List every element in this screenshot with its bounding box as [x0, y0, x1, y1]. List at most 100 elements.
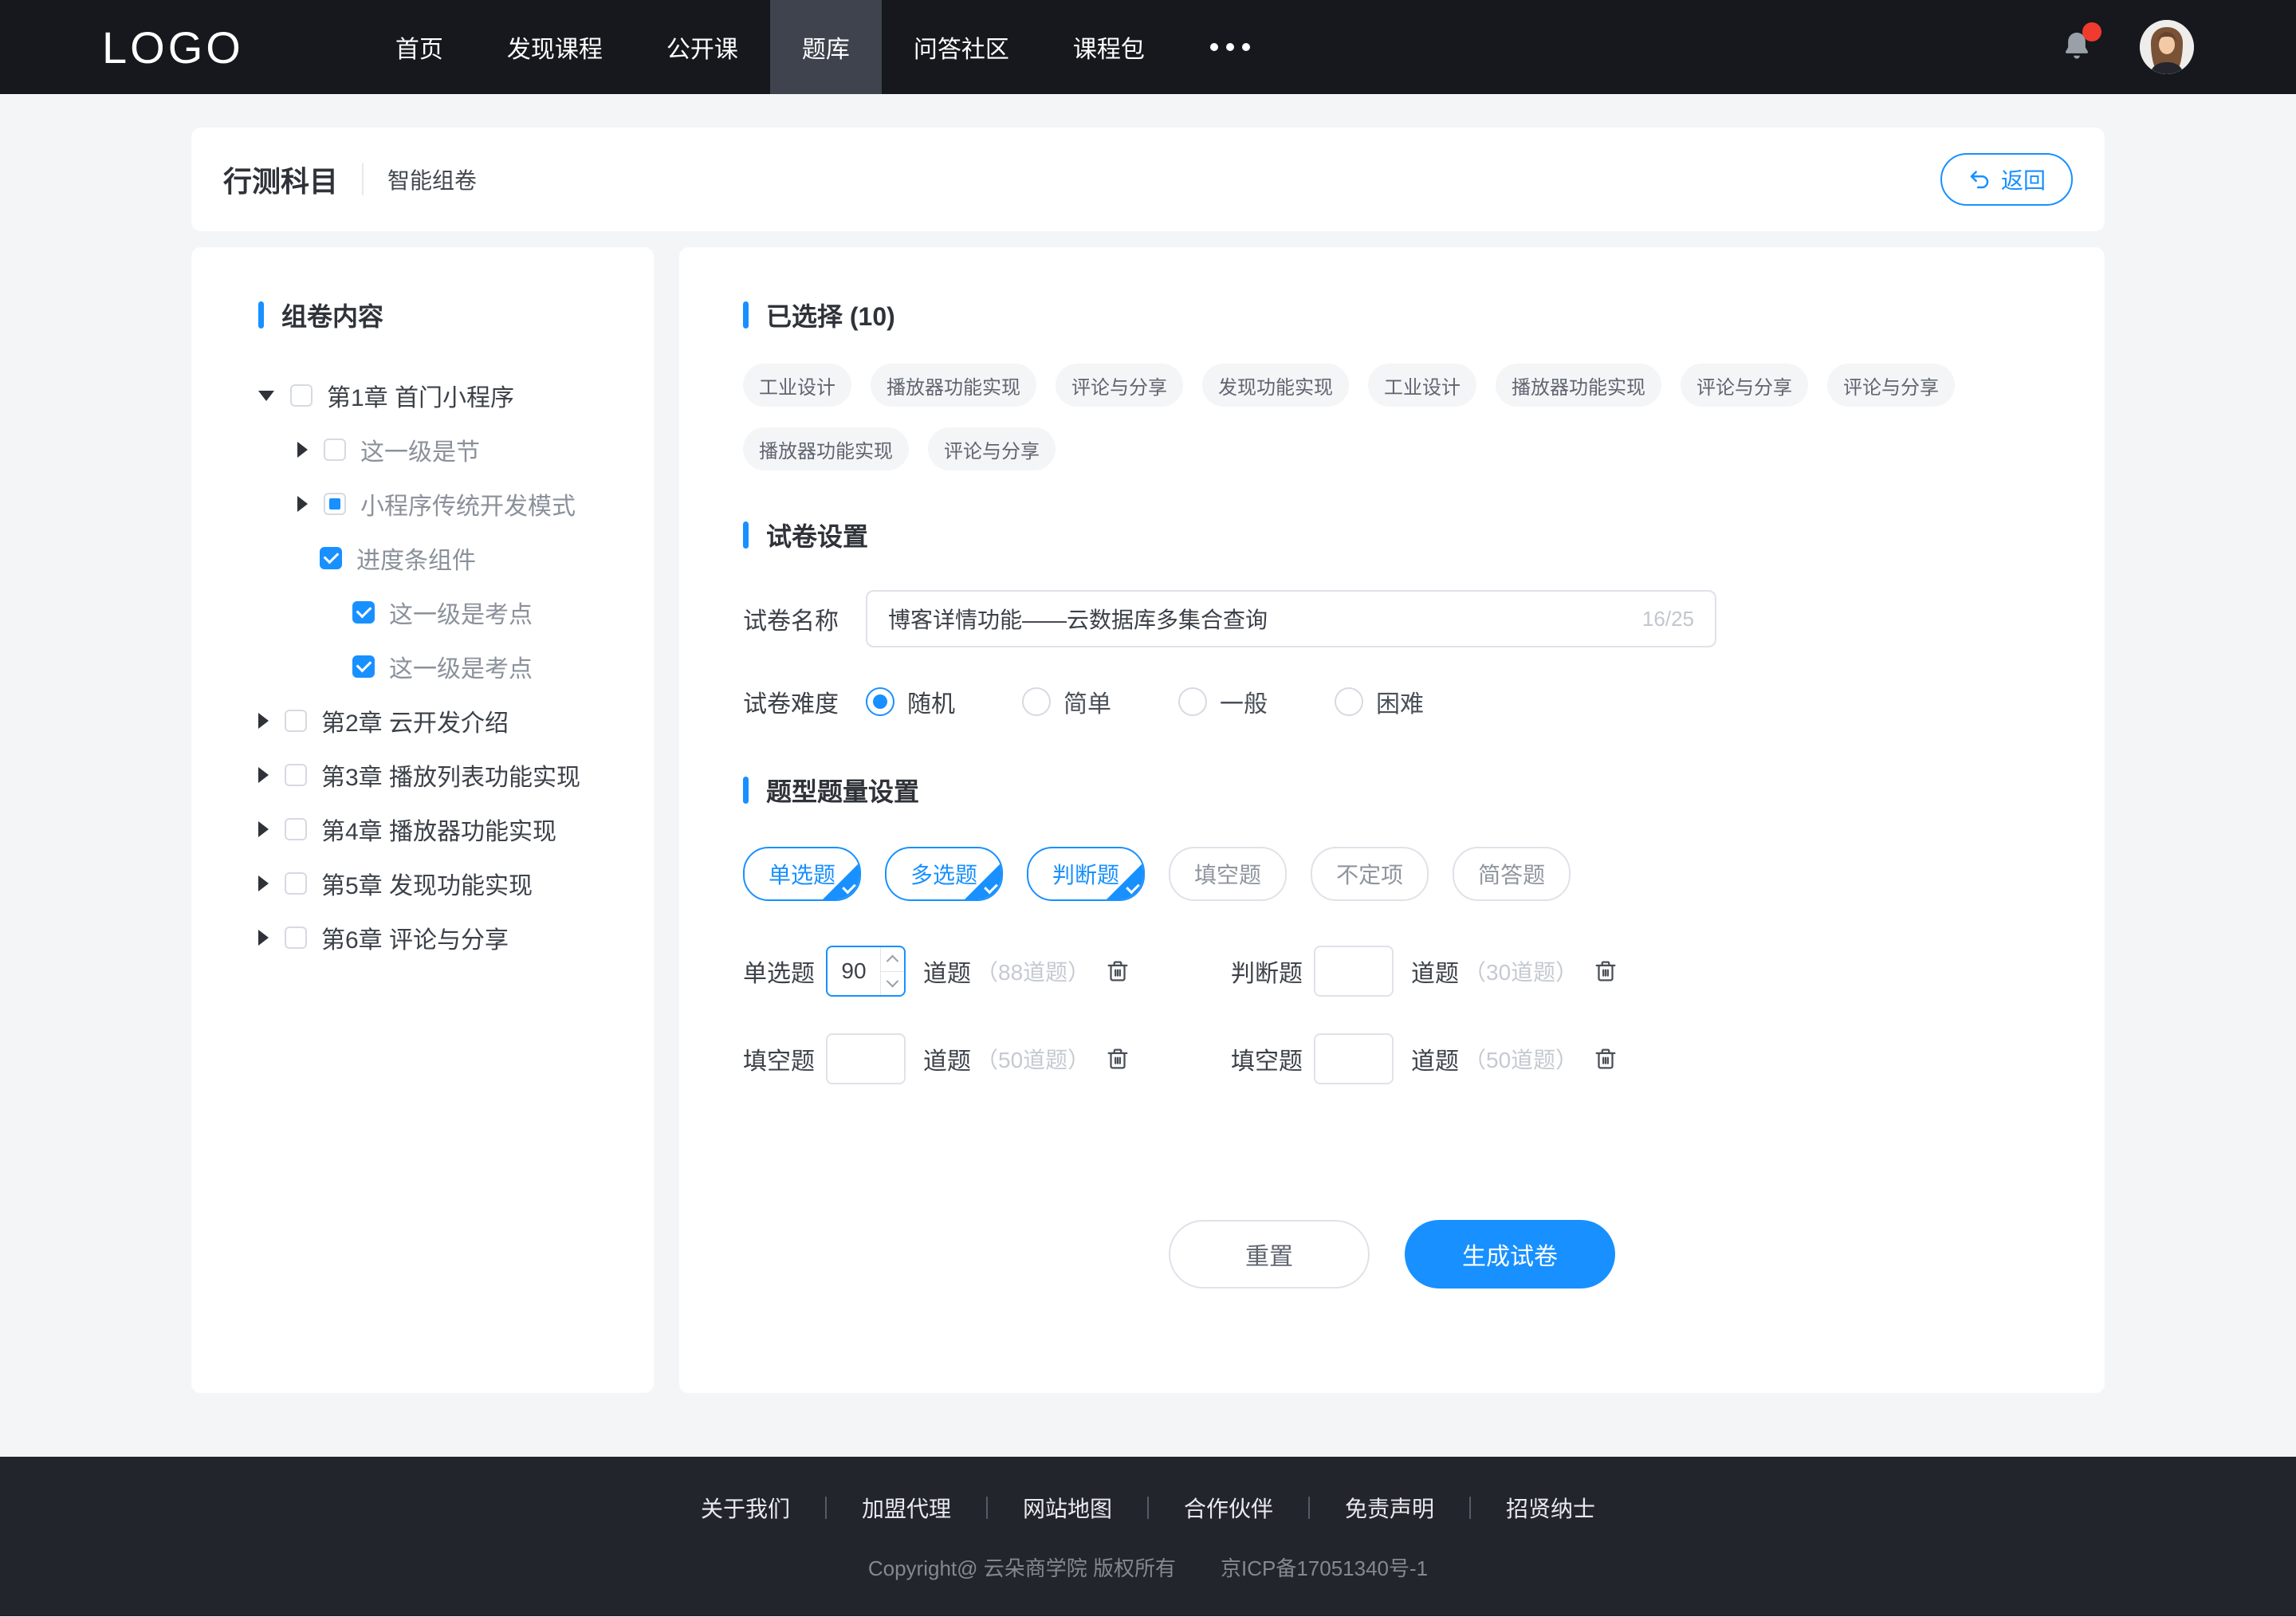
- caret-right-icon[interactable]: [258, 713, 269, 729]
- tree-item-exam-point-1[interactable]: 这一级是考点: [191, 585, 654, 639]
- selected-tag[interactable]: 发现功能实现: [1202, 364, 1349, 407]
- page-header: 行测科目 智能组卷 返回: [191, 128, 2105, 231]
- selected-tag[interactable]: 评论与分享: [1056, 364, 1183, 407]
- radio-unselected-icon[interactable]: [1022, 687, 1051, 716]
- caret-right-icon[interactable]: [258, 875, 269, 891]
- back-button[interactable]: 返回: [1940, 153, 2073, 206]
- difficulty-option-random[interactable]: 随机: [866, 684, 955, 719]
- tree-item-exam-point-2[interactable]: 这一级是考点: [191, 639, 654, 694]
- checkbox-unchecked[interactable]: [285, 710, 307, 732]
- footer-link-sitemap[interactable]: 网站地图: [1023, 1492, 1112, 1524]
- reset-button[interactable]: 重置: [1169, 1220, 1370, 1288]
- selected-tag[interactable]: 评论与分享: [928, 427, 1056, 470]
- paper-name-label: 试卷名称: [743, 608, 839, 635]
- checkbox-unchecked[interactable]: [285, 927, 307, 949]
- quantity-label: 判断题: [1231, 961, 1303, 987]
- nav-item-question-bank[interactable]: 题库: [769, 0, 882, 94]
- tree-item-progress-component[interactable]: 进度条组件: [191, 531, 654, 585]
- footer-divider: [1469, 1496, 1472, 1519]
- footer-link-disclaimer[interactable]: 免责声明: [1345, 1492, 1434, 1524]
- stepper-down-icon[interactable]: [881, 972, 904, 996]
- qtype-true-false[interactable]: 判断题: [1027, 847, 1146, 901]
- quantity-label: 单选题: [743, 961, 815, 987]
- qtype-fill-blank[interactable]: 填空题: [1169, 847, 1288, 901]
- checkbox-indeterminate[interactable]: [324, 493, 346, 515]
- tree-item-section[interactable]: 这一级是节: [191, 423, 654, 477]
- tree-item-chapter5[interactable]: 第5章 发现功能实现: [191, 856, 654, 911]
- nav-item-open-courses[interactable]: 公开课: [635, 0, 770, 94]
- quantity-input[interactable]: [1315, 947, 1392, 995]
- difficulty-option-hard[interactable]: 困难: [1335, 684, 1424, 719]
- unit-label: 道题: [1411, 1048, 1459, 1075]
- selected-tag[interactable]: 评论与分享: [1827, 364, 1955, 407]
- trash-icon[interactable]: [1104, 1045, 1131, 1072]
- quantity-field: [1314, 1033, 1394, 1084]
- footer-link-recruit[interactable]: 招贤纳士: [1506, 1492, 1595, 1524]
- radio-unselected-icon[interactable]: [1335, 687, 1363, 716]
- tree-item-mini-program-mode[interactable]: 小程序传统开发模式: [191, 477, 654, 531]
- difficulty-row: 试卷难度 随机 简单 一般 困难: [743, 684, 2041, 719]
- footer-link-agent[interactable]: 加盟代理: [862, 1492, 951, 1524]
- tree-item-chapter1[interactable]: 第1章 首门小程序: [191, 368, 654, 423]
- caret-right-icon[interactable]: [297, 442, 308, 458]
- tree-item-chapter3[interactable]: 第3章 播放列表功能实现: [191, 748, 654, 802]
- selected-section-title: 已选择 (10): [743, 297, 2041, 333]
- trash-icon[interactable]: [1104, 958, 1131, 985]
- quantity-field: [826, 1033, 906, 1084]
- selected-tag[interactable]: 播放器功能实现: [1496, 364, 1661, 407]
- trash-icon[interactable]: [1592, 1045, 1619, 1072]
- qtype-multi-choice[interactable]: 多选题: [885, 847, 1004, 901]
- qtype-single-choice[interactable]: 单选题: [743, 847, 862, 901]
- quantity-input[interactable]: [828, 1035, 904, 1083]
- radio-unselected-icon[interactable]: [1178, 687, 1207, 716]
- footer-links: 关于我们 加盟代理 网站地图 合作伙伴 免责声明 招贤纳士: [701, 1492, 1595, 1524]
- selected-tag[interactable]: 评论与分享: [1681, 364, 1808, 407]
- checkbox-checked[interactable]: [352, 601, 375, 624]
- more-menu-icon[interactable]: [1177, 0, 1284, 94]
- available-count: （50道题）: [976, 1048, 1091, 1072]
- checkbox-checked[interactable]: [320, 547, 342, 569]
- caret-right-icon[interactable]: [297, 496, 308, 512]
- radio-selected-icon[interactable]: [866, 687, 894, 716]
- checkbox-unchecked[interactable]: [285, 818, 307, 840]
- main-nav: 首页 发现课程 公开课 题库 问答社区 课程包: [364, 0, 1284, 94]
- notification-bell-icon[interactable]: [2060, 22, 2101, 66]
- footer-divider: [1308, 1496, 1311, 1519]
- nav-item-qa-community[interactable]: 问答社区: [882, 0, 1041, 94]
- trash-icon[interactable]: [1592, 958, 1619, 985]
- user-avatar[interactable]: [2140, 20, 2194, 74]
- nav-item-home[interactable]: 首页: [364, 0, 475, 94]
- checkbox-unchecked[interactable]: [324, 439, 346, 461]
- accent-bar: [743, 521, 749, 549]
- stepper-up-icon[interactable]: [881, 947, 904, 972]
- tree-item-chapter2[interactable]: 第2章 云开发介绍: [191, 694, 654, 748]
- selected-tag[interactable]: 播放器功能实现: [743, 427, 909, 470]
- caret-right-icon[interactable]: [258, 821, 269, 837]
- caret-right-icon[interactable]: [258, 767, 269, 783]
- footer-link-about[interactable]: 关于我们: [701, 1492, 790, 1524]
- quantity-input[interactable]: [1315, 1035, 1392, 1083]
- nav-item-course-package[interactable]: 课程包: [1041, 0, 1177, 94]
- paper-name-input[interactable]: [888, 606, 1626, 631]
- selected-tag[interactable]: 工业设计: [743, 364, 851, 407]
- checkbox-unchecked[interactable]: [285, 872, 307, 895]
- qtype-short-answer[interactable]: 简答题: [1453, 847, 1571, 901]
- selected-tag[interactable]: 工业设计: [1368, 364, 1476, 407]
- caret-right-icon[interactable]: [258, 930, 269, 946]
- nav-item-discover-courses[interactable]: 发现课程: [475, 0, 635, 94]
- logo[interactable]: LOGO: [102, 22, 244, 73]
- caret-down-icon[interactable]: [258, 390, 274, 401]
- checkbox-unchecked[interactable]: [290, 384, 313, 407]
- generate-paper-button[interactable]: 生成试卷: [1405, 1220, 1615, 1288]
- page-title: 行测科目: [223, 165, 339, 198]
- footer-link-partners[interactable]: 合作伙伴: [1184, 1492, 1273, 1524]
- checkbox-unchecked[interactable]: [285, 764, 307, 786]
- difficulty-option-easy[interactable]: 简单: [1022, 684, 1111, 719]
- selected-tag[interactable]: 播放器功能实现: [871, 364, 1036, 407]
- quantity-input[interactable]: [828, 947, 880, 995]
- checkbox-checked[interactable]: [352, 655, 375, 678]
- tree-item-chapter6[interactable]: 第6章 评论与分享: [191, 911, 654, 965]
- tree-item-chapter4[interactable]: 第4章 播放器功能实现: [191, 802, 654, 856]
- qtype-indefinite[interactable]: 不定项: [1311, 847, 1429, 901]
- difficulty-option-normal[interactable]: 一般: [1178, 684, 1268, 719]
